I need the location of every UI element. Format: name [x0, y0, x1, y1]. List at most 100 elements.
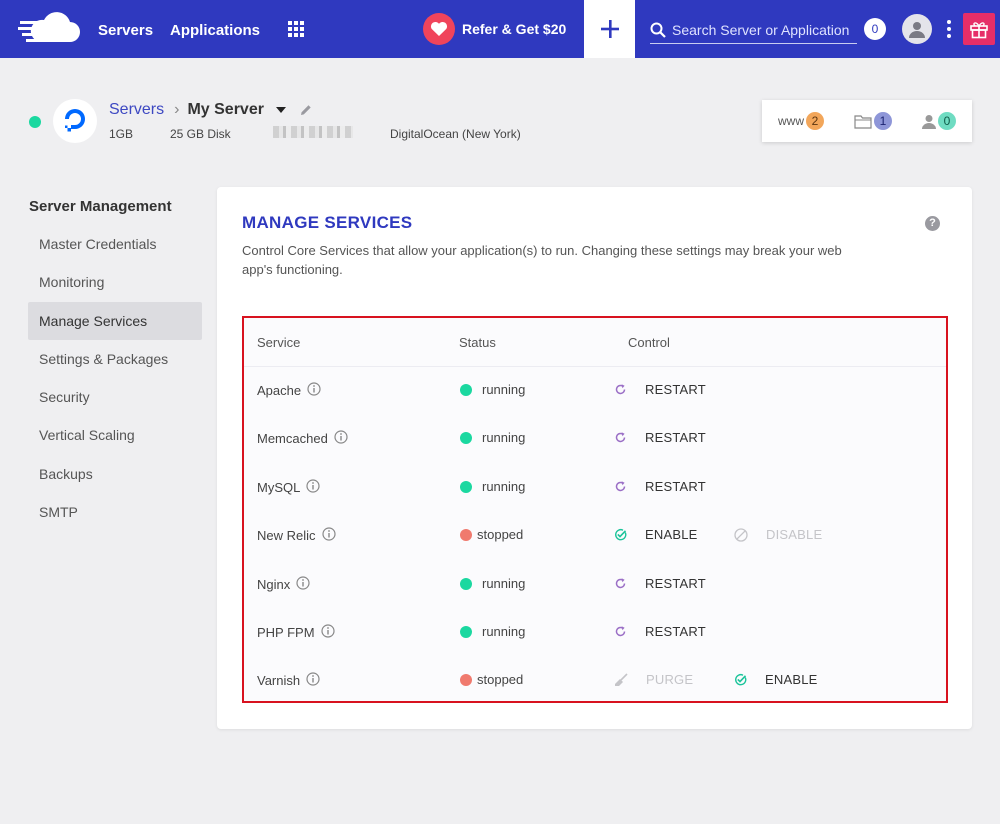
restart-icon	[614, 480, 636, 493]
service-name-label: Varnish	[257, 673, 301, 688]
service-row-mysql: MySQL running RESTART	[244, 464, 946, 512]
page-description: Control Core Services that allow your ap…	[242, 243, 842, 277]
apps-grid-icon[interactable]	[288, 21, 304, 37]
server-switch-dropdown-icon[interactable]	[275, 107, 286, 113]
folder-icon	[854, 114, 872, 129]
search-input[interactable]	[672, 21, 852, 38]
service-name: New Relic	[257, 527, 336, 544]
server-ram: 1GB	[109, 127, 134, 141]
nav-applications-link[interactable]: Applications	[170, 22, 260, 39]
service-status: running	[460, 430, 525, 445]
sidebar-item-security[interactable]: Security	[28, 378, 202, 416]
manage-services-card: MANAGE SERVICES ? Control Core Services …	[217, 187, 972, 729]
top-navigation-bar: Servers Applications Refer & Get $20 0	[0, 0, 1000, 58]
chevron-right-icon: ›	[174, 101, 180, 118]
control-label: ENABLE	[765, 672, 818, 687]
www-icon: www	[778, 114, 804, 128]
server-disk: 25 GB Disk	[170, 127, 231, 141]
service-name: MySQL	[257, 479, 320, 496]
cloudways-logo[interactable]	[18, 12, 80, 46]
breadcrumb-servers-link[interactable]: Servers	[109, 101, 164, 119]
service-row-memcached: Memcached running RESTART	[244, 415, 946, 463]
enable-button[interactable]: ENABLE	[734, 672, 818, 687]
nav-servers-link[interactable]: Servers	[98, 22, 153, 39]
info-icon[interactable]	[306, 672, 320, 689]
user-icon	[922, 114, 936, 129]
control-label: RESTART	[645, 479, 706, 494]
sidebar-title: Server Management	[29, 198, 172, 215]
help-icon[interactable]: ?	[925, 216, 940, 231]
sidebar-item-vertical-scaling[interactable]: Vertical Scaling	[28, 416, 202, 454]
service-status: stopped	[460, 527, 523, 542]
sidebar-item-smtp[interactable]: SMTP	[28, 493, 202, 531]
more-options-icon[interactable]	[946, 20, 952, 38]
refer-button[interactable]: Refer & Get $20	[423, 13, 566, 45]
info-icon[interactable]	[321, 527, 336, 544]
column-header-control: Control	[628, 335, 670, 350]
info-icon[interactable]	[296, 576, 310, 593]
notification-count-badge[interactable]: 0	[864, 18, 886, 40]
sidebar-item-manage-services[interactable]: Manage Services	[28, 302, 202, 340]
users-counter[interactable]: 0	[922, 112, 956, 130]
restart-button[interactable]: RESTART	[614, 624, 706, 639]
gift-icon[interactable]	[963, 13, 995, 45]
restart-button[interactable]: RESTART	[614, 382, 706, 397]
control-label: PURGE	[646, 672, 694, 687]
plus-icon	[600, 20, 619, 38]
column-header-service: Service	[257, 335, 301, 350]
service-status: running	[460, 576, 525, 591]
control-label: RESTART	[645, 624, 706, 639]
check-circle-icon	[614, 528, 636, 541]
sidebar-item-settings-packages[interactable]: Settings & Packages	[28, 340, 202, 378]
add-new-button[interactable]	[584, 0, 635, 58]
info-icon[interactable]	[334, 430, 348, 447]
server-status-indicator	[29, 116, 41, 128]
info-icon[interactable]	[307, 382, 321, 399]
service-row-new-relic: New Relic stopped ENABLE DISABLE	[244, 512, 946, 560]
status-dot	[460, 625, 472, 638]
sidebar-item-master-credentials[interactable]: Master Credentials	[28, 225, 202, 263]
broom-icon	[614, 672, 637, 687]
restart-button[interactable]: RESTART	[614, 576, 706, 591]
service-name: Apache	[257, 382, 321, 399]
edit-pencil-icon[interactable]	[300, 104, 312, 116]
search-icon	[650, 22, 666, 38]
status-label: running	[482, 382, 526, 397]
applications-count-badge: 2	[806, 112, 824, 130]
service-status: stopped	[460, 672, 523, 687]
service-name-label: Apache	[257, 383, 302, 398]
control-label: RESTART	[645, 430, 706, 445]
service-row-apache: Apache running RESTART	[244, 367, 946, 415]
service-row-nginx: Nginx running RESTART	[244, 561, 946, 609]
breadcrumb: Servers › My Server	[109, 101, 312, 119]
users-count-badge: 0	[938, 112, 956, 130]
service-row-php-fpm: PHP FPM running RESTART	[244, 609, 946, 657]
enable-button[interactable]: ENABLE	[614, 527, 698, 542]
files-counter[interactable]: 1	[854, 112, 892, 130]
service-status: running	[460, 479, 525, 494]
services-table: Service Status Control Apache running REST…	[242, 316, 948, 703]
page-title: MANAGE SERVICES	[242, 213, 413, 232]
applications-counter[interactable]: www 2	[778, 112, 824, 130]
restart-button[interactable]: RESTART	[614, 430, 706, 445]
user-avatar-icon	[909, 22, 925, 38]
user-avatar[interactable]	[902, 14, 932, 44]
restart-icon	[614, 431, 636, 444]
status-dot	[460, 577, 472, 590]
service-name: Varnish	[257, 672, 320, 689]
service-name-label: Memcached	[257, 431, 328, 446]
sidebar-item-backups[interactable]: Backups	[28, 455, 202, 493]
sidebar-item-monitoring[interactable]: Monitoring	[28, 263, 202, 301]
restart-button[interactable]: RESTART	[614, 479, 706, 494]
control-label: ENABLE	[645, 527, 698, 542]
control-label: RESTART	[645, 382, 706, 397]
server-provider-location: DigitalOcean (New York)	[390, 127, 521, 141]
server-ip-redacted	[273, 126, 353, 138]
digitalocean-logo	[53, 99, 97, 143]
info-icon[interactable]	[320, 624, 335, 641]
ban-icon	[734, 527, 757, 542]
search-box	[650, 16, 857, 44]
status-dot	[460, 431, 472, 444]
info-icon[interactable]	[306, 479, 320, 496]
service-name: Memcached	[257, 430, 348, 447]
